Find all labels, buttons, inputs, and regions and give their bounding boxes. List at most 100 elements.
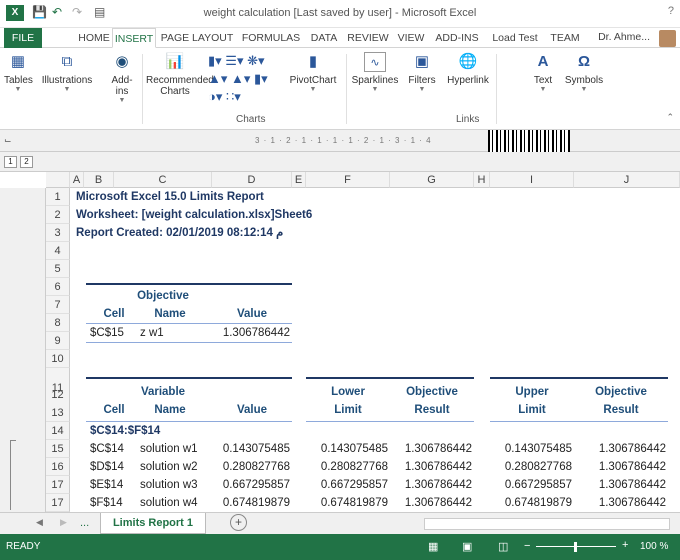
row-header[interactable]: 3 [46, 224, 70, 242]
row-header[interactable]: 7 [46, 296, 70, 314]
row-header[interactable]: 14 [46, 422, 70, 440]
result-header[interactable]: Result [574, 401, 668, 419]
variable-value[interactable]: 0.143075485 [212, 440, 292, 458]
variable-name[interactable]: solution w4 [140, 494, 198, 512]
variable-value[interactable]: 0.674819879 [212, 494, 292, 512]
symbols-button[interactable]: Ω Symbols ▼ [562, 52, 606, 93]
tab-file[interactable]: FILE [4, 28, 42, 48]
filters-button[interactable]: ▣ Filters ▼ [404, 52, 440, 93]
limit-header[interactable]: Limit [490, 401, 574, 419]
zoom-slider-thumb[interactable] [574, 542, 577, 552]
lower-objective-result[interactable]: 1.306786442 [390, 476, 474, 494]
variable-name[interactable]: solution w1 [140, 440, 198, 458]
variable-name[interactable]: solution w3 [140, 476, 198, 494]
column-header-d[interactable]: D [212, 172, 292, 188]
tab-team[interactable]: TEAM [546, 28, 584, 48]
column-header-b[interactable]: B [84, 172, 114, 188]
objective-header[interactable]: Objective [114, 287, 212, 305]
select-all-corner[interactable] [46, 172, 70, 188]
lower-limit[interactable]: 0.674819879 [306, 494, 390, 512]
tab-review[interactable]: REVIEW [344, 28, 392, 48]
tab-load-test[interactable]: Load Test [486, 28, 544, 48]
row-header[interactable]: 16 [46, 458, 70, 476]
variable-cell[interactable]: $D$14 [90, 458, 124, 476]
range-label[interactable]: $C$14:$F$14 [90, 422, 160, 440]
upper-header[interactable]: Upper [490, 383, 574, 401]
report-title[interactable]: Microsoft Excel 15.0 Limits Report [76, 188, 264, 206]
lower-objective-result[interactable]: 1.306786442 [390, 458, 474, 476]
variable-name[interactable]: solution w2 [140, 458, 198, 476]
upper-limit[interactable]: 0.674819879 [490, 494, 574, 512]
column-header-h[interactable]: H [474, 172, 490, 188]
pivotchart-button[interactable]: ▮ PivotChart ▼ [286, 52, 340, 93]
upper-objective-result[interactable]: 1.306786442 [574, 476, 668, 494]
collapse-ribbon-icon[interactable]: ⌃ [666, 112, 674, 123]
tab-add-ins[interactable]: ADD-INS [430, 28, 484, 48]
column-header-g[interactable]: G [390, 172, 474, 188]
column-header-j[interactable]: J [574, 172, 680, 188]
row-header[interactable]: 15 [46, 440, 70, 458]
upper-objective-result[interactable]: 1.306786442 [574, 458, 668, 476]
variable-cell[interactable]: $C$14 [90, 440, 124, 458]
result-header[interactable]: Result [390, 401, 474, 419]
upper-limit[interactable]: 0.667295857 [490, 476, 574, 494]
upper-limit[interactable]: 0.143075485 [490, 440, 574, 458]
row-header[interactable]: 8 [46, 314, 70, 332]
illustrations-button[interactable]: ⧉ Illustrations ▼ [36, 52, 98, 93]
column-header-e[interactable]: E [292, 172, 306, 188]
objective-cell[interactable]: $C$15 [90, 324, 124, 342]
tab-stop-icon[interactable]: ⌙ [4, 135, 12, 146]
zoom-out-icon[interactable]: − [524, 540, 530, 552]
sheet-tab-limits-report-1[interactable]: Limits Report 1 [100, 513, 206, 534]
row-header[interactable]: 17 [46, 494, 70, 512]
objective-result-header[interactable]: Objective [574, 383, 668, 401]
cell-header[interactable]: Cell [84, 305, 144, 323]
recommended-charts-button[interactable]: 📊 Recommended Charts [146, 52, 214, 97]
page-break-view-icon[interactable]: ◫ [498, 540, 508, 553]
tab-home[interactable]: HOME [76, 28, 112, 48]
variable-cell[interactable]: $E$14 [90, 476, 123, 494]
row-header[interactable]: 13 [46, 404, 70, 422]
row-header[interactable]: 12 [46, 386, 70, 404]
variable-value[interactable]: 0.667295857 [212, 476, 292, 494]
variable-header[interactable]: Variable [114, 383, 212, 401]
report-worksheet[interactable]: Worksheet: [weight calculation.xlsx]Shee… [76, 206, 312, 224]
text-button[interactable]: A Text ▼ [528, 52, 558, 93]
row-header[interactable]: 10 [46, 350, 70, 368]
outline-level-2-button[interactable]: 2 [20, 156, 33, 168]
upper-objective-result[interactable]: 1.306786442 [574, 494, 668, 512]
tab-view[interactable]: VIEW [394, 28, 428, 48]
add-ins-button[interactable]: ◉ Add-ins ▼ [106, 52, 138, 104]
lower-limit[interactable]: 0.667295857 [306, 476, 390, 494]
normal-view-icon[interactable]: ▦ [428, 540, 438, 553]
column-header-a[interactable]: A [70, 172, 84, 188]
help-button[interactable]: ? [668, 5, 674, 17]
cell-header[interactable]: Cell [84, 401, 144, 419]
horizontal-scrollbar[interactable] [424, 518, 670, 530]
lower-limit[interactable]: 0.280827768 [306, 458, 390, 476]
user-name[interactable]: Dr. Ahme... [598, 31, 650, 43]
scroll-tabs-left-icon[interactable]: ◀ [36, 517, 43, 528]
tab-data[interactable]: DATA [306, 28, 342, 48]
sparklines-button[interactable]: ∿ Sparklines ▼ [348, 52, 402, 93]
chart-types-gallery[interactable]: ▮▾ ☰▾ ❋▾ ▲▾ ▲▾ ▮▾ ◑▾ ∷▾ [208, 52, 270, 106]
row-header[interactable]: 6 [46, 278, 70, 296]
variable-cell[interactable]: $F$14 [90, 494, 123, 512]
page-layout-view-icon[interactable]: ▣ [462, 540, 472, 553]
lower-objective-result[interactable]: 1.306786442 [390, 440, 474, 458]
objective-value[interactable]: 1.306786442 [212, 324, 292, 342]
limit-header[interactable]: Limit [306, 401, 390, 419]
zoom-level[interactable]: 100 % [640, 541, 668, 552]
row-header[interactable]: 4 [46, 242, 70, 260]
name-header[interactable]: Name [140, 305, 200, 323]
new-sheet-button[interactable]: + [230, 514, 247, 531]
variable-value[interactable]: 0.280827768 [212, 458, 292, 476]
avatar[interactable] [659, 30, 676, 47]
report-created[interactable]: Report Created: 02/01/2019 08:12:14 م [76, 224, 283, 242]
lower-header[interactable]: Lower [306, 383, 390, 401]
lower-limit[interactable]: 0.143075485 [306, 440, 390, 458]
zoom-in-icon[interactable]: + [622, 539, 628, 551]
column-header-c[interactable]: C [114, 172, 212, 188]
tab-insert[interactable]: INSERT [112, 28, 156, 48]
column-header-i[interactable]: I [490, 172, 574, 188]
